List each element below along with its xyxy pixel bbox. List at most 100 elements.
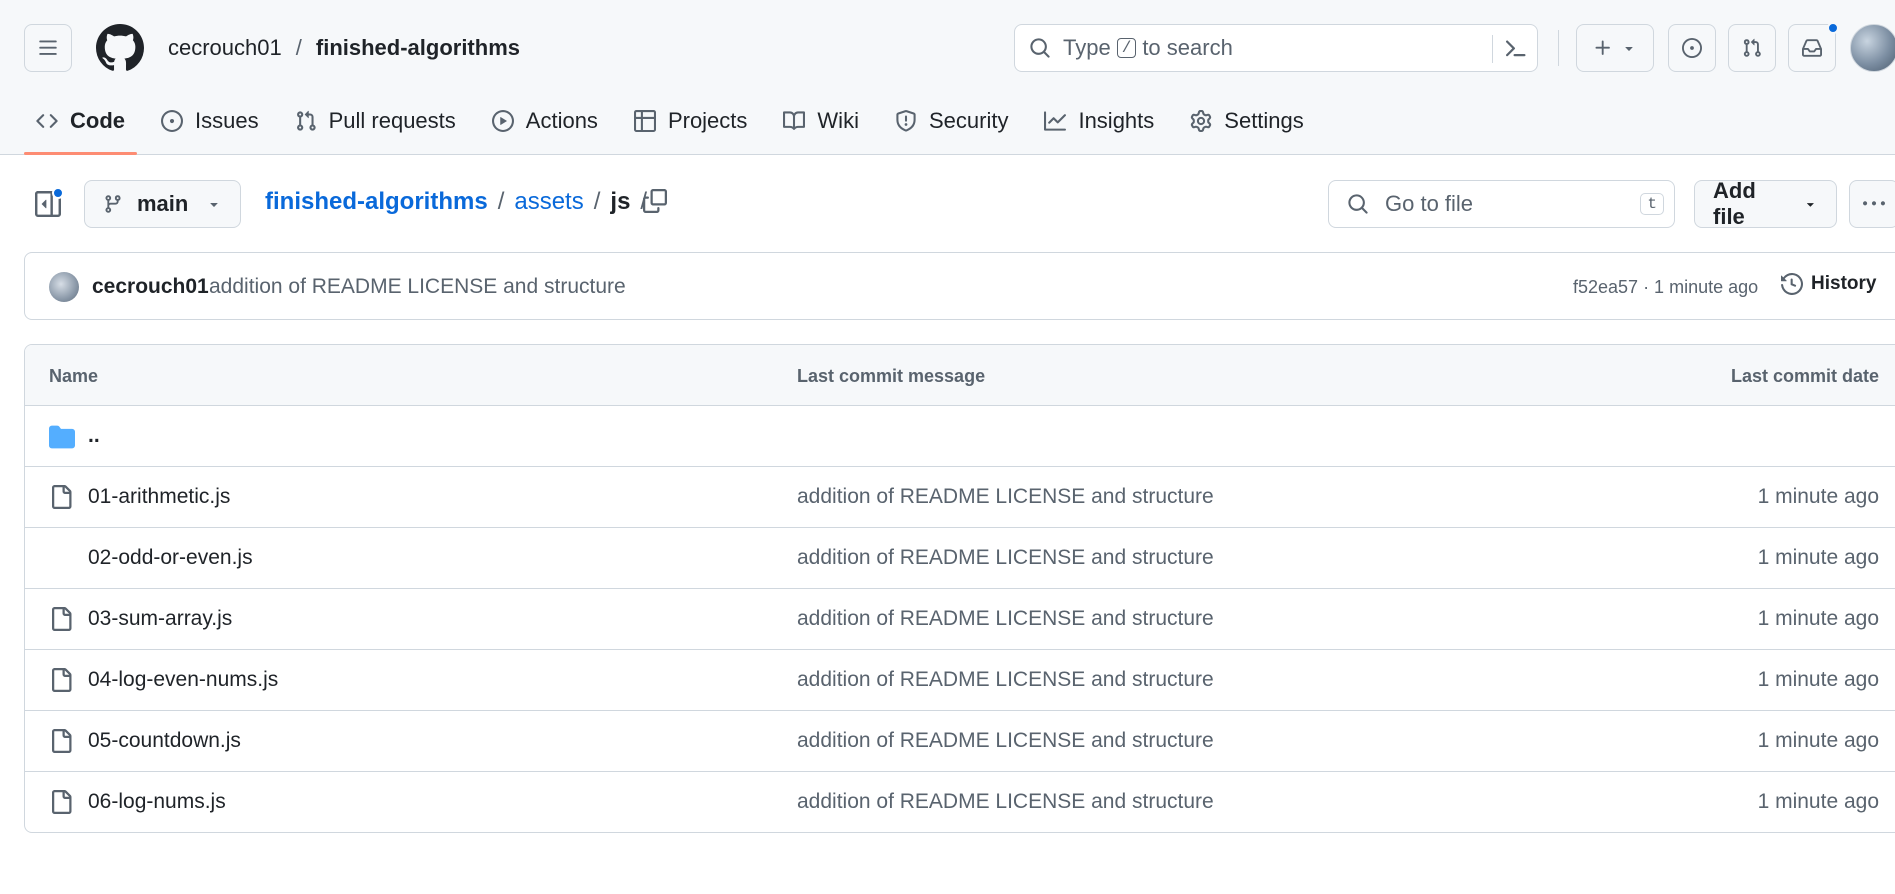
hamburger-icon: [39, 40, 57, 55]
tab-code[interactable]: Code: [24, 96, 137, 155]
branch-name: main: [137, 191, 189, 216]
hamburger-menu-button[interactable]: [24, 24, 72, 72]
copy-path-button[interactable]: [640, 186, 670, 216]
triangle-down-icon: [206, 196, 222, 212]
search-placeholder-suffix: to search: [1142, 35, 1233, 60]
path-current-folder: js: [610, 188, 631, 215]
file-commit-date: 1 minute ago: [1757, 485, 1879, 508]
parent-directory-row[interactable]: ..: [25, 406, 1895, 467]
file-icon: [49, 729, 73, 753]
table-header: Name Last commit message Last commit dat…: [25, 345, 1895, 406]
column-header-name: Name: [49, 366, 99, 386]
your-issues-button[interactable]: [1668, 24, 1716, 72]
user-avatar[interactable]: [1850, 24, 1895, 72]
table-row: 06-log-nums.js addition of README LICENS…: [25, 772, 1895, 832]
search-icon: [1029, 37, 1051, 59]
path-repo-root-link[interactable]: finished-algorithms: [265, 188, 488, 216]
file-tree-indicator: [52, 187, 64, 199]
file-commit-date: 1 minute ago: [1757, 607, 1879, 630]
file-name-link[interactable]: 01-arithmetic.js: [88, 485, 230, 509]
inbox-icon: [1802, 39, 1822, 57]
notification-indicator: [1827, 22, 1839, 34]
file-commit-message-link[interactable]: addition of README LICENSE and structure: [797, 546, 1214, 570]
header-divider: [1558, 30, 1559, 66]
file-commit-date: 1 minute ago: [1757, 546, 1879, 569]
file-commit-message-link[interactable]: addition of README LICENSE and structure: [797, 485, 1214, 509]
tab-issues[interactable]: Issues: [149, 96, 271, 146]
repo-name-link[interactable]: finished-algorithms: [316, 35, 520, 61]
file-name-link[interactable]: 04-log-even-nums.js: [88, 668, 278, 692]
table-row: 05-countdown.js addition of README LICEN…: [25, 711, 1895, 772]
code-icon: [36, 110, 58, 132]
history-button[interactable]: History: [1781, 273, 1876, 295]
latest-commit-bar: cecrouch01 addition of README LICENSE an…: [24, 252, 1895, 320]
folder-icon: [49, 424, 75, 450]
add-file-label: Add file: [1713, 178, 1756, 229]
tab-wiki[interactable]: Wiki: [771, 96, 871, 146]
table-row: 04-log-even-nums.js addition of README L…: [25, 650, 1895, 711]
file-commit-message-link[interactable]: addition of README LICENSE and structure: [797, 668, 1214, 692]
tab-pull-requests[interactable]: Pull requests: [283, 96, 468, 146]
search-divider: [1492, 35, 1493, 63]
global-header: cecrouch01 / finished-algorithms Type / …: [0, 0, 1895, 155]
tab-label: Security: [928, 108, 1009, 133]
your-pull-requests-button[interactable]: [1728, 24, 1776, 72]
branch-selector-button[interactable]: main: [84, 180, 241, 228]
global-search-input[interactable]: Type / to search: [1014, 24, 1538, 72]
tab-projects[interactable]: Projects: [622, 96, 759, 146]
play-icon: [491, 110, 514, 132]
github-logo-icon[interactable]: [95, 24, 144, 72]
commit-author-link[interactable]: cecrouch01: [92, 275, 209, 299]
breadcrumb-separator: /: [295, 35, 302, 60]
kebab-horizontal-icon: [1863, 201, 1885, 206]
file-commit-date: 1 minute ago: [1757, 729, 1879, 752]
plus-icon: [1595, 40, 1610, 55]
tab-label: Insights: [1078, 108, 1155, 133]
table-row: 02-odd-or-even.js addition of README LIC…: [25, 528, 1895, 589]
copy-icon: [643, 189, 667, 213]
commit-sha-and-time[interactable]: f52ea57 · 1 minute ago: [1573, 277, 1758, 298]
top-bar: cecrouch01 / finished-algorithms Type / …: [0, 0, 1895, 96]
file-commit-message-link[interactable]: addition of README LICENSE and structure: [797, 607, 1214, 631]
file-name-link[interactable]: 02-odd-or-even.js: [88, 546, 253, 570]
tab-actions[interactable]: Actions: [480, 96, 610, 146]
parent-directory-link[interactable]: ..: [88, 424, 100, 448]
history-label: History: [1811, 273, 1877, 294]
go-to-file-shortcut-key: t: [1640, 193, 1664, 215]
tab-label: Projects: [667, 108, 748, 133]
file-icon: [49, 607, 73, 631]
command-palette-icon[interactable]: [1503, 36, 1527, 60]
triangle-down-icon: [1625, 47, 1633, 51]
file-commit-date: 1 minute ago: [1757, 668, 1879, 691]
file-commit-date: 1 minute ago: [1757, 790, 1879, 813]
git-pull-request-icon: [1743, 38, 1761, 57]
search-icon: [1347, 193, 1369, 215]
tab-settings[interactable]: Settings: [1178, 96, 1316, 146]
graph-icon: [1044, 110, 1067, 132]
file-name-link[interactable]: 03-sum-array.js: [88, 607, 232, 631]
file-commit-message-link[interactable]: addition of README LICENSE and structure: [797, 790, 1214, 814]
add-file-button[interactable]: Add file: [1694, 178, 1837, 229]
commit-message-link[interactable]: addition of README LICENSE and structure: [209, 275, 626, 299]
repo-owner-link[interactable]: cecrouch01: [168, 35, 282, 61]
file-path-breadcrumb: finished-algorithms / assets / js /: [265, 188, 647, 216]
tab-label: Wiki: [817, 108, 859, 133]
search-placeholder-prefix: Type: [1063, 35, 1111, 60]
tab-label: Actions: [525, 108, 598, 133]
path-assets-link[interactable]: assets: [514, 188, 583, 216]
tab-insights[interactable]: Insights: [1032, 96, 1166, 146]
tab-security[interactable]: Security: [883, 96, 1020, 146]
file-name-link[interactable]: 06-log-nums.js: [88, 790, 226, 814]
repo-breadcrumb: cecrouch01 / finished-algorithms: [168, 35, 520, 61]
file-commit-message-link[interactable]: addition of README LICENSE and structure: [797, 729, 1214, 753]
file-icon: [49, 485, 73, 509]
more-options-button[interactable]: [1849, 180, 1895, 228]
file-icon: [49, 668, 73, 692]
go-to-file-input[interactable]: Go to file t: [1328, 180, 1675, 228]
file-name-link[interactable]: 05-countdown.js: [88, 729, 241, 753]
path-separator: /: [497, 188, 505, 215]
create-new-button[interactable]: [1576, 24, 1654, 72]
history-icon: [1781, 273, 1803, 295]
triangle-down-icon: [1807, 203, 1814, 207]
commit-author-avatar[interactable]: [49, 272, 79, 302]
